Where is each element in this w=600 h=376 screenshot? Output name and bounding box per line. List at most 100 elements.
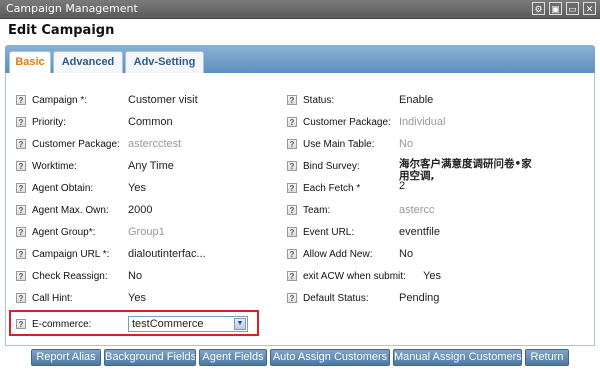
field-value: astercctest [128,138,182,150]
field-row: ? Worktime: [16,156,77,176]
tab-bar: Basic Advanced Adv-Setting [5,45,595,74]
field-row: ? Status: [287,90,334,110]
field-label: Bind Survey: [303,160,360,172]
field-label: Use Main Table: [303,138,375,150]
settings-icon[interactable]: ⚙ [532,2,545,15]
help-icon[interactable]: ? [287,139,297,149]
field-value: eventfile [399,226,440,238]
help-icon[interactable]: ? [16,249,26,259]
field-row: ? Call Hint: [16,288,73,308]
page-title: Edit Campaign [8,23,115,38]
field-value: Yes [128,182,146,194]
field-value: No [399,138,414,150]
help-icon[interactable]: ? [16,205,26,215]
field-label: Campaign *: [32,94,88,106]
page-header: Edit Campaign [0,19,600,43]
field-label: Status: [303,94,335,106]
help-icon[interactable]: ? [287,205,297,215]
restore-icon[interactable]: ▭ [566,2,579,15]
agent-fields-button[interactable]: Agent Fields [199,349,267,366]
field-row: ? Each Fetch * [287,178,360,198]
field-label: Agent Obtain: [32,182,94,194]
ecommerce-row: ? E-commerce: [16,314,91,334]
field-row: ? Check Reassign: [16,266,108,286]
report-alias-button[interactable]: Report Alias [31,349,101,366]
field-row: ? Bind Survey: [287,156,360,176]
help-icon[interactable]: ? [16,227,26,237]
field-row: ? Priority: [16,112,66,132]
ecommerce-selected-value: testCommerce [132,318,204,330]
field-value: 海尔客户满意度调研问卷•家用空调, [399,158,532,182]
ecommerce-label: E-commerce: [32,318,92,330]
help-icon[interactable]: ? [287,227,297,237]
manual-assign-customers-button[interactable]: Manual Assign Customers [393,349,522,366]
field-row: ? Agent Max. Own: [16,200,109,220]
tab-adv-setting[interactable]: Adv-Setting [125,51,204,73]
help-icon[interactable]: ? [16,117,26,127]
field-value: Common [128,116,173,128]
field-label: Check Reassign: [32,270,108,282]
action-bar: Report Alias Background Fields Agent Fie… [0,349,600,369]
field-label: Customer Package: [32,138,120,150]
field-value: Customer visit [128,94,198,106]
tab-advanced[interactable]: Advanced [53,51,123,73]
field-value: Any Time [128,160,174,172]
help-icon[interactable]: ? [287,183,297,193]
field-row: ? Campaign URL *: [16,244,109,264]
field-label: Team: [303,204,331,216]
field-row: ? Customer Package: [16,134,120,154]
field-label: Allow Add New: [303,248,373,260]
help-icon[interactable]: ? [287,249,297,259]
help-icon[interactable]: ? [287,271,297,281]
help-icon[interactable]: ? [287,161,297,171]
help-icon[interactable]: ? [287,117,297,127]
help-icon[interactable]: ? [16,319,26,329]
field-row: ? Event URL: [287,222,354,242]
field-label: Agent Max. Own: [32,204,109,216]
help-icon[interactable]: ? [16,95,26,105]
maximize-icon[interactable]: ▣ [549,2,562,15]
window-title: Campaign Management [6,2,138,15]
field-label: Default Status: [303,292,369,304]
field-value: Individual [399,116,446,128]
help-icon[interactable]: ? [16,293,26,303]
help-icon[interactable]: ? [287,293,297,303]
field-value: Yes [128,292,146,304]
field-value: astercc [399,204,435,216]
help-icon[interactable]: ? [16,183,26,193]
field-value: Enable [399,94,434,106]
tab-basic[interactable]: Basic [9,51,51,74]
field-label: Customer Package: [303,116,391,128]
field-value: No [399,248,414,260]
return-button[interactable]: Return [525,349,569,366]
close-icon[interactable]: ✕ [583,2,596,15]
field-value: 2 [399,180,406,192]
window-controls: ⚙ ▣ ▭ ✕ [532,2,596,15]
field-row: ? Allow Add New: [287,244,372,264]
field-row: ? Use Main Table: [287,134,375,154]
ecommerce-select[interactable]: testCommerce ▼ [128,316,248,332]
field-label: exit ACW when submit: [303,270,406,282]
field-label: Worktime: [32,160,77,172]
help-icon[interactable]: ? [16,139,26,149]
field-value: Pending [399,292,440,304]
field-label: Each Fetch * [303,182,361,194]
chevron-down-icon[interactable]: ▼ [234,318,246,330]
field-row: ? Agent Obtain: [16,178,93,198]
background-fields-button[interactable]: Background Fields [104,349,196,366]
field-label: Priority: [32,116,66,128]
field-value: 2000 [128,204,153,216]
field-row: ? Agent Group*: [16,222,95,242]
field-label: Campaign URL *: [32,248,110,260]
field-row: ? Customer Package: [287,112,391,132]
field-value: dialoutinterfac... [128,248,206,260]
help-icon[interactable]: ? [16,271,26,281]
help-icon[interactable]: ? [16,161,26,171]
field-value: Group1 [128,226,165,238]
help-icon[interactable]: ? [287,95,297,105]
auto-assign-customers-button[interactable]: Auto Assign Customers [270,349,390,366]
field-row: ? Default Status: [287,288,369,308]
field-label: Event URL: [303,226,355,238]
field-value: No [128,270,143,282]
field-row: ? exit ACW when submit: [287,266,406,286]
